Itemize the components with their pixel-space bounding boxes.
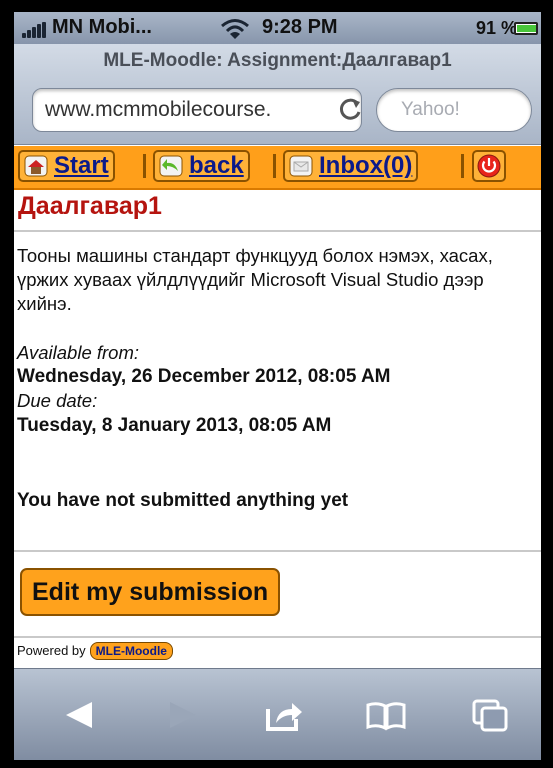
back-icon[interactable] (58, 695, 102, 735)
bookmarks-icon[interactable] (364, 695, 408, 735)
share-icon[interactable] (262, 695, 306, 735)
address-text: www.mcmmobilecourse. (45, 98, 272, 121)
submission-status: You have not submitted anything yet (17, 490, 349, 511)
address-field[interactable]: www.mcmmobilecourse. (32, 88, 362, 132)
powered-by-text: Powered by (17, 643, 86, 658)
forward-icon[interactable] (160, 695, 204, 735)
mle-moodle-badge[interactable]: MLE-Moodle (89, 642, 173, 660)
start-label: Start (54, 152, 109, 179)
tabs-icon[interactable] (468, 695, 512, 735)
back-label: back (189, 152, 244, 179)
available-from-value: Wednesday, 26 December 2012, 08:05 AM (17, 366, 391, 387)
phone-screen: MN Mobi... 9:28 PM 91 % MLE-Moodle: Assi… (14, 12, 541, 760)
device-frame-left (0, 0, 14, 768)
logout-button[interactable] (472, 150, 506, 182)
search-input[interactable]: Yahoo! (376, 88, 532, 132)
home-icon (24, 155, 48, 177)
device-frame-top (0, 0, 553, 12)
battery-icon (514, 22, 538, 35)
start-button[interactable]: Start (18, 150, 115, 182)
mail-icon (289, 155, 313, 177)
power-icon (474, 154, 504, 184)
divider (14, 550, 541, 552)
back-arrow-icon (159, 155, 183, 177)
edit-submission-button[interactable]: Edit my submission (20, 568, 281, 616)
inbox-button[interactable]: Inbox(0) (283, 150, 419, 182)
assignment-description: Тооны машины стандарт функцууд болох нэм… (17, 245, 493, 314)
signal-icon (22, 22, 48, 38)
assignment-title: Даалгавар1 (18, 192, 162, 220)
wifi-icon (220, 18, 250, 40)
page-title: MLE-Moodle: Assignment:Даалгавар1 (103, 50, 452, 71)
device-frame-right (541, 0, 553, 768)
moodle-nav-bar: Start back Inbox(0) (14, 146, 541, 190)
back-nav-button[interactable]: back (153, 150, 250, 182)
available-from-label: Available from: (17, 342, 140, 363)
clock: 9:28 PM (262, 16, 338, 38)
due-date-label: Due date: (17, 390, 98, 411)
battery-percent: 91 % (476, 18, 518, 38)
browser-bar: MLE-Moodle: Assignment:Даалгавар1 www.mc… (14, 44, 541, 145)
nav-separator (461, 154, 464, 178)
due-date-value: Tuesday, 8 January 2013, 08:05 AM (17, 415, 332, 436)
footer-powered-by: Powered by MLE-Moodle (17, 642, 173, 662)
browser-toolbar (14, 668, 541, 760)
status-bar: MN Mobi... 9:28 PM 91 % (14, 12, 541, 44)
divider (14, 230, 541, 232)
divider (14, 636, 541, 638)
nav-separator (273, 154, 276, 178)
reload-icon[interactable] (335, 95, 361, 125)
device-frame-bottom (0, 760, 553, 768)
inbox-label: Inbox(0) (319, 152, 413, 179)
nav-separator (143, 154, 146, 178)
carrier-name: MN Mobi... (52, 16, 152, 38)
